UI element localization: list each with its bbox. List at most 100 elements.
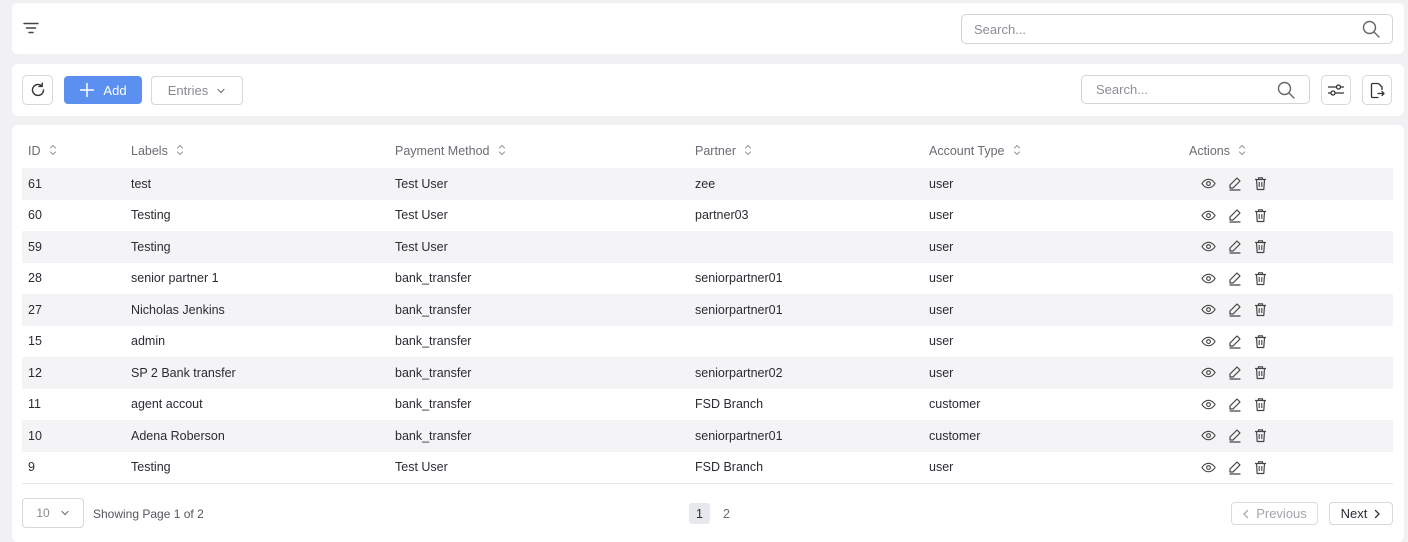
table-row[interactable]: 61 test Test User zee user xyxy=(22,168,1393,200)
cell-account-type: user xyxy=(929,208,954,223)
view-icon[interactable] xyxy=(1201,176,1216,191)
cell-id: 59 xyxy=(28,239,42,254)
table-row[interactable]: 12 SP 2 Bank transfer bank_transfer seniorp… xyxy=(22,357,1393,389)
cell-actions xyxy=(1183,168,1393,200)
filter-menu-icon[interactable] xyxy=(23,21,39,35)
sort-icon[interactable] xyxy=(1238,143,1246,160)
cell-label: Testing xyxy=(125,451,389,484)
export-file-icon xyxy=(1369,82,1385,99)
view-icon[interactable] xyxy=(1201,365,1216,380)
edit-icon[interactable] xyxy=(1228,302,1242,317)
edit-icon[interactable] xyxy=(1228,428,1242,443)
view-icon[interactable] xyxy=(1201,302,1216,317)
chevron-left-icon xyxy=(1242,509,1250,519)
global-search-box xyxy=(961,14,1393,44)
sort-icon[interactable] xyxy=(176,143,184,160)
sort-icon[interactable] xyxy=(498,143,506,160)
table-body: 61 test Test User zee user 60 Testing Test User… xyxy=(22,168,1393,484)
cell-account-type: user xyxy=(923,451,1183,484)
cell-label: admin xyxy=(131,334,166,349)
cell-id: 10 xyxy=(28,428,42,443)
cell-payment-method: bank_transfer xyxy=(395,271,472,286)
cell-account-type: customer xyxy=(929,428,981,443)
cell-actions xyxy=(1183,420,1393,452)
column-header-id[interactable]: ID xyxy=(22,135,125,168)
column-settings-button[interactable] xyxy=(1321,75,1351,105)
cell-payment-method: Test User xyxy=(395,208,448,223)
cell-payment-method: bank_transfer xyxy=(395,302,472,317)
cell-account-type: user xyxy=(929,271,954,286)
cell-payment-method: Test User xyxy=(395,176,448,191)
view-icon[interactable] xyxy=(1201,271,1216,286)
edit-icon[interactable] xyxy=(1228,271,1242,286)
refresh-button[interactable] xyxy=(22,75,53,105)
column-header-partner[interactable]: Partner xyxy=(689,135,923,168)
table-row[interactable]: 27 Nicholas Jenkins bank_transfer seniorpar… xyxy=(22,294,1393,326)
delete-icon[interactable] xyxy=(1254,428,1267,443)
delete-icon[interactable] xyxy=(1254,208,1267,223)
view-icon[interactable] xyxy=(1201,239,1216,254)
cell-partner: partner03 xyxy=(695,208,749,223)
delete-icon[interactable] xyxy=(1254,271,1267,286)
sort-icon[interactable] xyxy=(49,143,57,160)
next-page-button[interactable]: Next xyxy=(1329,502,1393,525)
page-size-select[interactable]: 10 xyxy=(22,498,84,528)
delete-icon[interactable] xyxy=(1254,397,1267,412)
delete-icon[interactable] xyxy=(1254,239,1267,254)
edit-icon[interactable] xyxy=(1228,365,1242,380)
delete-icon[interactable] xyxy=(1254,365,1267,380)
table-row[interactable]: 11 agent accout bank_transfer FSD Branch cus… xyxy=(22,389,1393,421)
table-row[interactable]: 9 Testing Test User FSD Branch user xyxy=(22,451,1393,484)
column-header-labels[interactable]: Labels xyxy=(125,135,389,168)
cell-actions xyxy=(1183,357,1393,389)
cell-partner: FSD Branch xyxy=(695,397,764,412)
sort-icon[interactable] xyxy=(1013,143,1021,160)
view-icon[interactable] xyxy=(1201,428,1216,443)
export-button[interactable] xyxy=(1362,75,1392,105)
search-icon[interactable] xyxy=(1362,20,1380,38)
delete-icon[interactable] xyxy=(1254,460,1267,475)
previous-label: Previous xyxy=(1256,506,1307,521)
global-search-input[interactable] xyxy=(974,21,1362,37)
table-row[interactable]: 60 Testing Test User partner03 user xyxy=(22,200,1393,232)
cell-account-type: customer xyxy=(929,397,981,412)
page-number-2[interactable]: 2 xyxy=(716,503,737,524)
cell-id: 9 xyxy=(22,451,125,484)
column-header-payment-method[interactable]: Payment Method xyxy=(389,135,689,168)
delete-icon[interactable] xyxy=(1254,302,1267,317)
previous-page-button[interactable]: Previous xyxy=(1231,502,1318,525)
edit-icon[interactable] xyxy=(1228,460,1242,475)
cell-partner xyxy=(689,326,923,358)
view-icon[interactable] xyxy=(1201,334,1216,349)
delete-icon[interactable] xyxy=(1254,176,1267,191)
toolbar: Add Entries xyxy=(12,64,1404,116)
table-row[interactable]: 59 Testing Test User user xyxy=(22,231,1393,263)
table-search-input[interactable] xyxy=(1096,82,1277,97)
table-row[interactable]: 10 Adena Roberson bank_transfer seniorpartn… xyxy=(22,420,1393,452)
entries-dropdown[interactable]: Entries xyxy=(151,76,243,105)
view-icon[interactable] xyxy=(1201,397,1216,412)
page-size-value: 10 xyxy=(36,506,50,520)
cell-actions xyxy=(1183,200,1393,232)
view-icon[interactable] xyxy=(1201,208,1216,223)
cell-account-type: user xyxy=(929,334,954,349)
edit-icon[interactable] xyxy=(1228,208,1242,223)
page-number-1[interactable]: 1 xyxy=(689,503,710,524)
edit-icon[interactable] xyxy=(1228,239,1242,254)
view-icon[interactable] xyxy=(1201,460,1216,475)
sort-icon[interactable] xyxy=(744,143,752,160)
cell-label: Adena Roberson xyxy=(131,428,225,443)
delete-icon[interactable] xyxy=(1254,334,1267,349)
edit-icon[interactable] xyxy=(1228,397,1242,412)
search-icon[interactable] xyxy=(1277,81,1295,99)
edit-icon[interactable] xyxy=(1228,334,1242,349)
add-button[interactable]: Add xyxy=(64,76,142,104)
table-row[interactable]: 15 admin bank_transfer user xyxy=(22,326,1393,358)
edit-icon[interactable] xyxy=(1228,176,1242,191)
cell-id: 28 xyxy=(28,271,42,286)
column-header-label: Labels xyxy=(131,143,168,158)
column-header-account-type[interactable]: Account Type xyxy=(923,135,1183,168)
cell-actions xyxy=(1183,326,1393,358)
table-row[interactable]: 28 senior partner 1 bank_transfer seniorpar… xyxy=(22,263,1393,295)
column-header-actions[interactable]: Actions xyxy=(1183,135,1393,168)
